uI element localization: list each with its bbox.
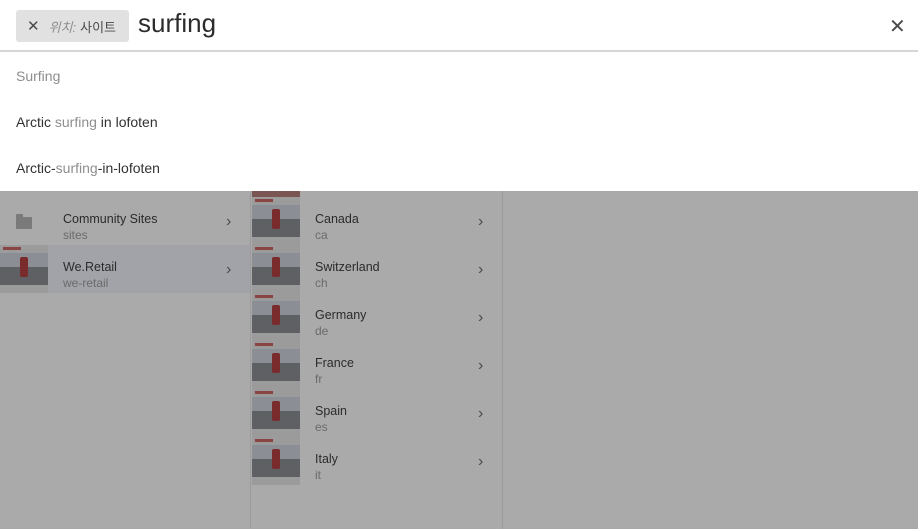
search-bar: ✕ 위치: 사이트 surfing ✕ xyxy=(0,0,918,52)
column-item-we-retail[interactable]: We.Retail we-retail › xyxy=(0,245,250,293)
column-item-country[interactable]: Switzerland ch › xyxy=(252,245,502,293)
column-item-country[interactable]: Spain es › xyxy=(252,389,502,437)
remove-scope-icon[interactable]: ✕ xyxy=(27,17,40,35)
suggestion-list: Surfing Arctic surfing in lofoten Arctic… xyxy=(0,52,918,191)
suggestion-text-before: Arctic- xyxy=(16,160,56,176)
suggestion-item[interactable]: Arctic surfing in lofoten xyxy=(16,114,158,130)
suggestion-text-match: surfing xyxy=(54,114,97,130)
suggestion-item[interactable]: Surfing xyxy=(16,68,60,84)
item-name: it xyxy=(315,468,321,482)
item-name: we-retail xyxy=(63,276,109,290)
column-item-country[interactable]: Italy it › xyxy=(252,437,502,485)
item-title: Spain xyxy=(315,404,347,418)
search-input[interactable]: surfing xyxy=(138,8,216,39)
column-divider xyxy=(250,191,251,529)
item-title: Switzerland xyxy=(315,260,380,274)
chevron-right-icon: › xyxy=(226,213,232,230)
thumbnail-image xyxy=(252,245,300,293)
column-item-community-sites[interactable]: Community Sites sites › xyxy=(0,197,250,245)
chevron-right-icon: › xyxy=(478,453,484,470)
item-title: We.Retail xyxy=(63,260,117,274)
chevron-right-icon: › xyxy=(478,261,484,278)
item-name: fr xyxy=(315,372,323,386)
scope-tag[interactable]: ✕ 위치: 사이트 xyxy=(16,10,129,42)
clear-search-icon[interactable]: ✕ xyxy=(889,14,906,39)
chevron-right-icon: › xyxy=(478,213,484,230)
suggestion-text-match: surfing xyxy=(55,160,98,176)
suggestion-text-after: -in-lofoten xyxy=(97,160,160,176)
chevron-right-icon: › xyxy=(478,405,484,422)
thumbnail-image xyxy=(252,389,300,437)
scope-prefix: 위치: xyxy=(48,19,77,35)
suggestion-text-before: Arctic xyxy=(16,114,55,130)
folder-icon xyxy=(16,214,32,229)
item-title: Canada xyxy=(315,212,359,226)
item-name: ca xyxy=(315,228,328,242)
thumbnail-image xyxy=(252,293,300,341)
item-name: sites xyxy=(63,228,88,242)
thumbnail-image xyxy=(0,245,48,293)
chevron-right-icon: › xyxy=(226,261,232,278)
scope-label: 사이트 xyxy=(80,19,117,35)
suggestion-item[interactable]: Arctic-surfing-in-lofoten xyxy=(16,160,160,176)
item-title: Germany xyxy=(315,308,367,322)
item-title: France xyxy=(315,356,354,370)
column-view: Community Sites sites › We.Retail we-ret… xyxy=(0,191,918,529)
column-item-country[interactable]: Germany de › xyxy=(252,293,502,341)
suggestion-text-after: in lofoten xyxy=(96,114,158,130)
suggestion-text-match: Surfing xyxy=(16,68,61,84)
chevron-right-icon: › xyxy=(478,357,484,374)
thumbnail-image xyxy=(252,341,300,389)
thumbnail-image xyxy=(252,437,300,485)
column-item-country[interactable]: France fr › xyxy=(252,341,502,389)
chevron-right-icon: › xyxy=(478,309,484,326)
column-divider xyxy=(502,191,503,529)
item-title: Italy xyxy=(315,452,338,466)
column-item-country[interactable]: Canada ca › xyxy=(252,197,502,245)
item-title: Community Sites xyxy=(63,212,158,226)
item-name: es xyxy=(315,420,328,434)
item-name: ch xyxy=(315,276,328,290)
item-name: de xyxy=(315,324,329,338)
thumbnail-image xyxy=(252,197,300,245)
